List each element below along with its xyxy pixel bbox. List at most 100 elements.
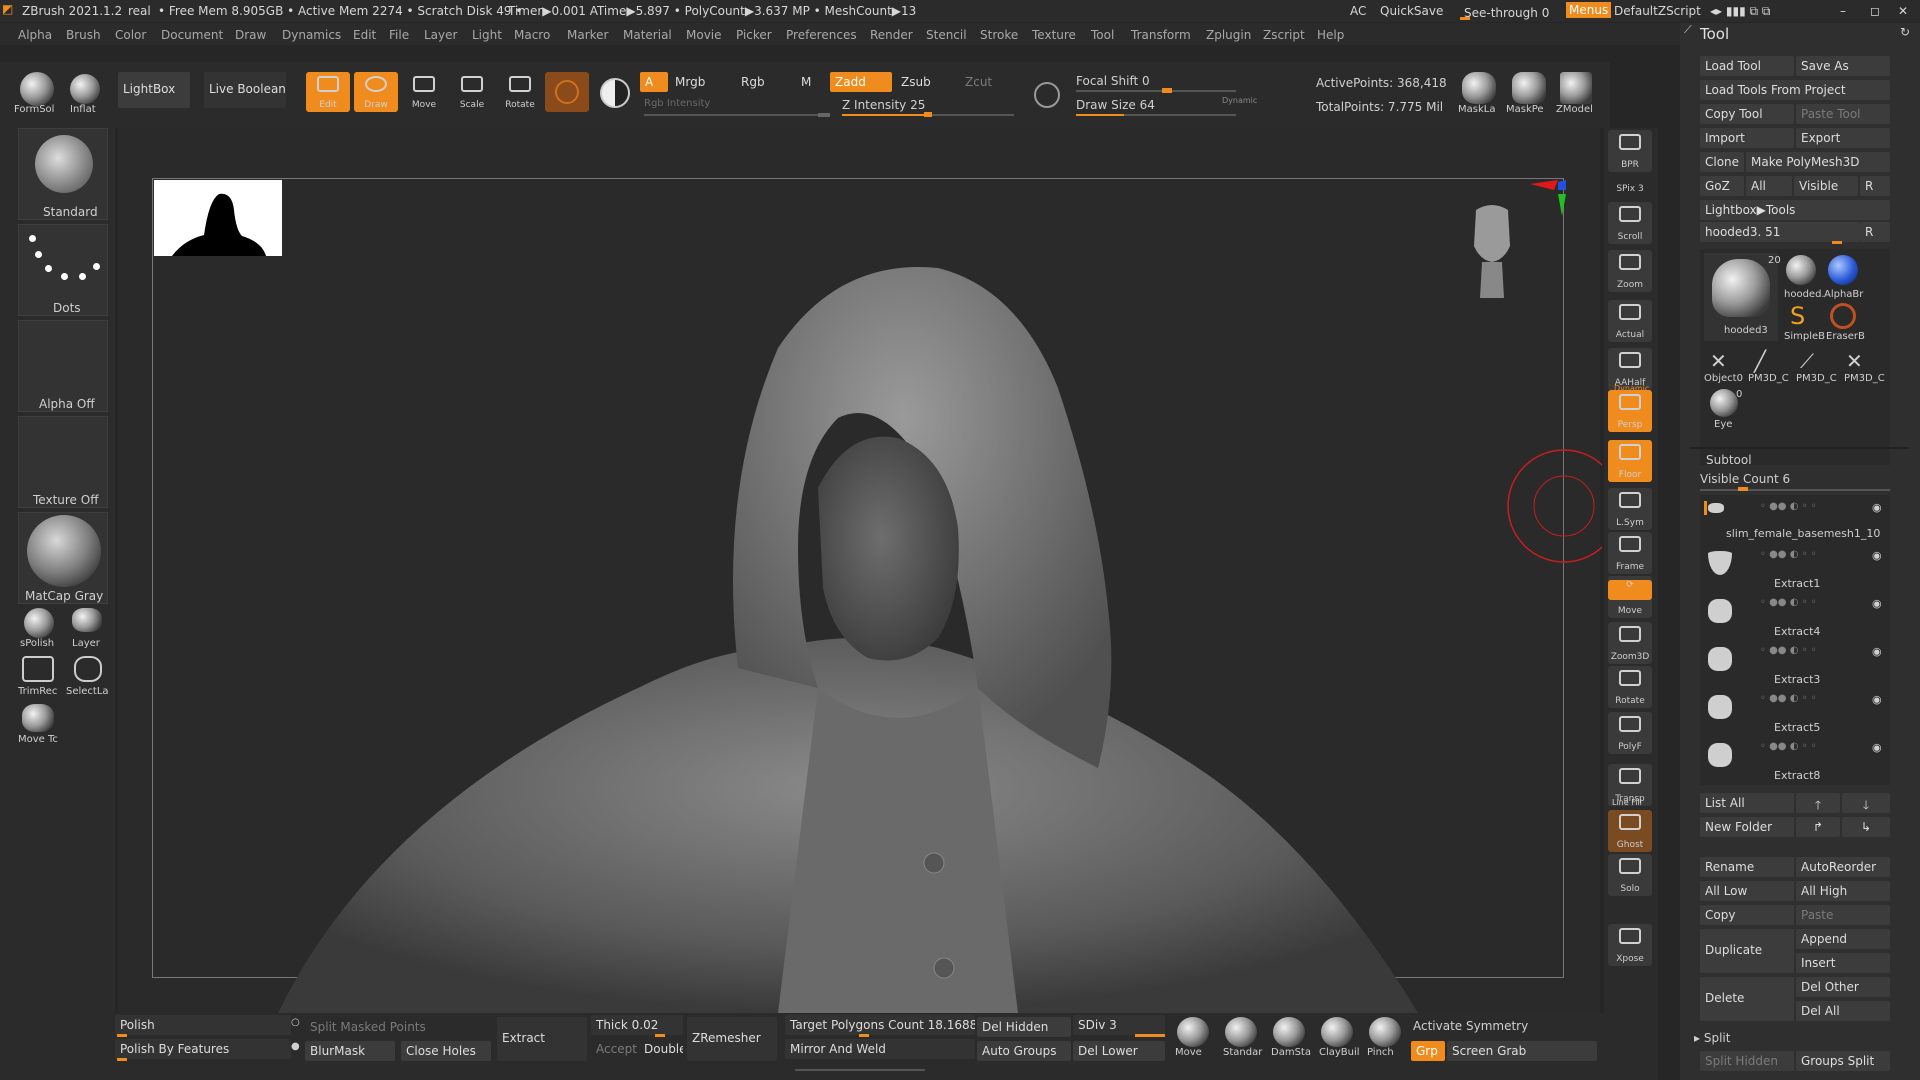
move-down-icon[interactable]: 🡓 [1842,793,1890,813]
append-button[interactable]: Append [1796,929,1890,949]
dock-persp-button[interactable]: Persp [1608,390,1652,432]
subtool-visibility-eye-icon[interactable]: ◉ [1872,645,1882,658]
mrgb-button[interactable]: Mrgb [670,72,730,92]
move-topological-brush-icon[interactable] [22,704,54,732]
trimrect-brush-icon[interactable] [22,656,54,682]
bottom-brush-3-icon[interactable] [1321,1017,1353,1047]
import-button[interactable]: Import [1700,128,1794,148]
layout-icons[interactable]: ◂▸ ▮▮▮ ⧉ ⧉ [1710,4,1770,19]
menu-stencil[interactable]: Stencil [926,28,967,42]
material-thumb[interactable]: MatCap Gray [18,512,108,604]
del-hidden-button[interactable]: Del Hidden [977,1017,1071,1037]
lightbox-tools-button[interactable]: Lightbox▶Tools [1700,200,1890,220]
save-as-button[interactable]: Save As [1796,56,1890,76]
copy-tool-button[interactable]: Copy Tool [1700,104,1794,124]
paste-subtool-button[interactable]: Paste [1796,905,1890,925]
subtool-toggles-icon[interactable]: ◦ ●● ◐ ◦ ◦ [1760,549,1817,560]
z-intensity-slider[interactable]: Z Intensity 25 [842,98,925,112]
radio-icon[interactable]: ○ [291,1017,300,1028]
subtool-toggles-icon[interactable]: ◦ ●● ◐ ◦ ◦ [1760,741,1817,752]
current-tool-r-button[interactable]: R [1860,222,1890,242]
tool-thumb-simplebrush[interactable]: S [1790,303,1816,329]
clone-button[interactable]: Clone [1700,152,1744,172]
minimize-icon[interactable]: – [1840,4,1846,18]
dock-solo-button[interactable]: Solo [1608,854,1652,896]
bottom-brush-1-icon[interactable] [1225,1017,1257,1047]
subtool-visibility-eye-icon[interactable]: ◉ [1872,501,1882,514]
dock-xpose-button[interactable]: Xpose [1608,924,1652,966]
m-button[interactable]: M [796,72,822,92]
masklasso-brush-icon[interactable] [1462,72,1496,104]
menu-tool[interactable]: Tool [1091,28,1114,42]
subtool-toggles-icon[interactable]: ◦ ●● ◐ ◦ ◦ [1760,597,1817,608]
quicksave-button[interactable]: QuickSave [1380,4,1443,18]
dock-zoom-button[interactable]: Zoom [1608,250,1652,292]
target-polygons-slider[interactable]: Target Polygons Count 18.16884 [785,1015,975,1035]
menu-zscript[interactable]: Zscript [1263,28,1305,42]
tool-thumb-pm3d-1[interactable]: ╱ [1754,349,1766,373]
dock-actual-button[interactable]: Actual [1608,300,1652,342]
tool-thumb-eraserbrush[interactable] [1830,303,1856,329]
tool-thumb-object0[interactable]: ✕ [1710,349,1727,373]
dock-bpr-button[interactable]: BPR [1608,130,1652,172]
menu-document[interactable]: Document [161,28,223,42]
maskpen-brush-icon[interactable] [1512,72,1546,104]
all-high-button[interactable]: All High [1796,881,1890,901]
menu-help[interactable]: Help [1317,28,1344,42]
menu-file[interactable]: File [389,28,409,42]
canvas-viewport[interactable] [118,128,1602,1013]
menu-movie[interactable]: Movie [686,28,722,42]
mirror-and-weld-button[interactable]: Mirror And Weld [785,1039,975,1059]
menu-marker[interactable]: Marker [567,28,608,42]
split-section-toggle[interactable]: ▸ Split [1694,1031,1730,1045]
dock-floor-button[interactable]: Floor [1608,440,1652,482]
dock-zoom3d-button[interactable]: Zoom3D [1608,622,1652,664]
palette-pin-icon[interactable]: ⟋ [1684,23,1692,37]
tool-thumb-pm3d-2[interactable]: ⟋ [1800,349,1814,373]
default-zscript-button[interactable]: DefaultZScript [1614,4,1701,18]
menu-macro[interactable]: Macro [514,28,550,42]
focal-shift-slider[interactable]: Focal Shift 0 [1076,74,1150,88]
ac-button[interactable]: AC [1350,4,1366,18]
menu-render[interactable]: Render [870,28,913,42]
dots-stroke-thumb[interactable]: Dots [18,224,108,316]
menu-zplugin[interactable]: Zplugin [1206,28,1251,42]
selectlasso-brush-icon[interactable] [74,656,102,682]
palette-refresh-icon[interactable]: ↻ [1900,25,1910,39]
tool-thumb-eye[interactable] [1710,389,1738,417]
subtool-item[interactable]: ◦ ●● ◐ ◦ ◦ ◉ slim_female_basemesh1_10 [1700,495,1890,543]
visible-count-slider[interactable]: Visible Count 6 [1700,472,1790,486]
double-button[interactable]: Double [639,1039,683,1059]
radio-dot-icon[interactable]: ● [291,1041,300,1052]
menu-color[interactable]: Color [115,28,146,42]
scale-mode-button[interactable]: Scale [450,72,494,112]
polish-by-features-slider[interactable]: Polish By Features [115,1039,291,1059]
alpha-thumb[interactable]: Alpha Off [18,320,108,412]
del-lower-button[interactable]: Del Lower [1073,1041,1165,1061]
draw-mode-button[interactable]: Draw [354,72,398,112]
zcut-button[interactable]: Zcut [960,72,1010,92]
subtool-toggles-icon[interactable]: ◦ ●● ◐ ◦ ◦ [1760,645,1817,656]
live-boolean-button[interactable]: Live Boolean [204,72,286,108]
menu-stroke[interactable]: Stroke [980,28,1018,42]
shelf-collapse-handle[interactable] [795,1069,925,1075]
activate-symmetry-button[interactable]: Activate Symmetry [1413,1019,1528,1033]
rename-button[interactable]: Rename [1700,857,1794,877]
delete-button[interactable]: Delete [1700,977,1794,1021]
tool-thumb-pm3d-3[interactable]: ✕ [1846,349,1863,373]
maximize-icon[interactable]: ◻ [1870,4,1880,18]
current-tool-slider[interactable]: hooded3. 51 [1700,222,1860,242]
export-button[interactable]: Export [1796,128,1890,148]
folder-in-icon[interactable]: ↱ [1796,817,1840,837]
tool-thumb-hooded3[interactable]: hooded3 [1704,253,1778,341]
folder-out-icon[interactable]: ↳ [1842,817,1890,837]
zmodeler-brush-icon[interactable] [1560,72,1592,104]
menu-edit[interactable]: Edit [353,28,376,42]
split-masked-points-button[interactable]: Split Masked Points [305,1017,485,1037]
menu-dynamics[interactable]: Dynamics [282,28,341,42]
close-holes-button[interactable]: Close Holes [401,1041,491,1061]
bottom-brush-4-icon[interactable] [1369,1017,1401,1047]
paste-tool-button[interactable]: Paste Tool [1796,104,1890,124]
seethrough-slider[interactable]: See-through 0 [1464,2,1549,20]
menu-picker[interactable]: Picker [736,28,772,42]
